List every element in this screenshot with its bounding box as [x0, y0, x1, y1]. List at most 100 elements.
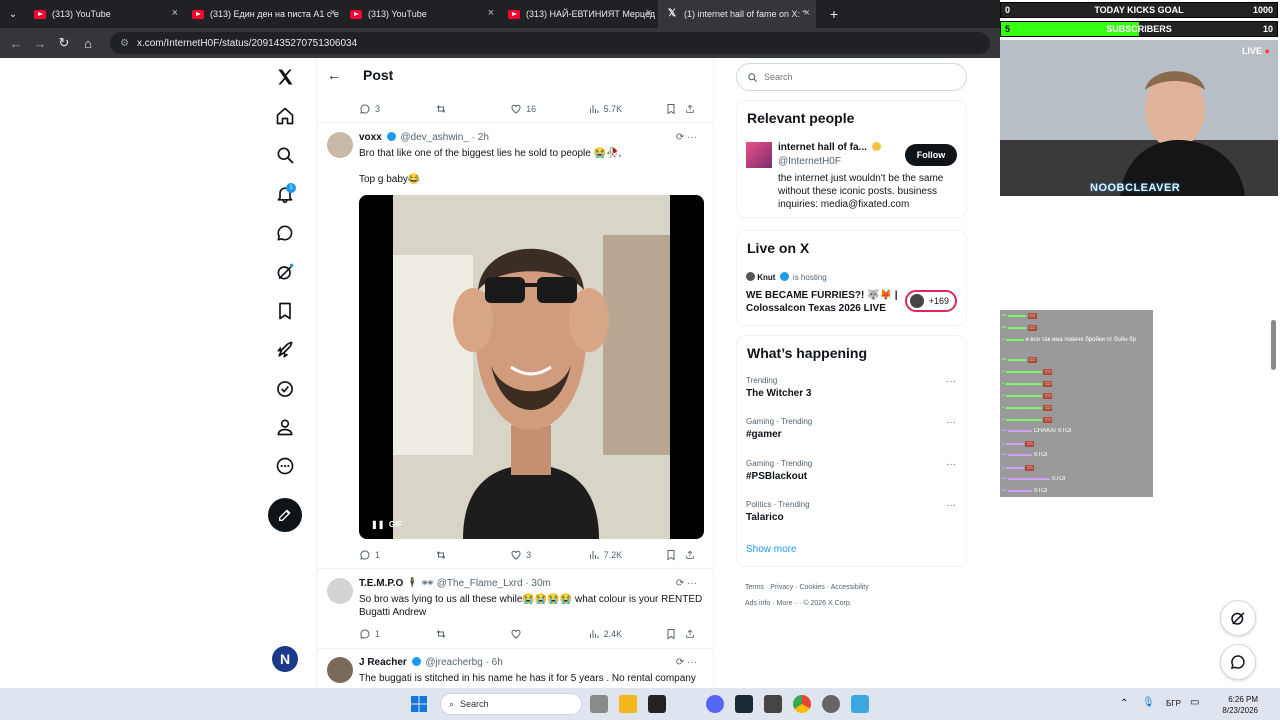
- reply-button[interactable]: 3: [359, 103, 435, 115]
- app-icon[interactable]: [648, 695, 666, 713]
- repost-button[interactable]: [435, 549, 511, 561]
- close-tab-icon[interactable]: ×: [646, 7, 652, 19]
- steam-icon[interactable]: [735, 695, 753, 713]
- follow-button[interactable]: Follow: [905, 144, 957, 166]
- show-more-link[interactable]: Show more: [746, 544, 797, 555]
- author-name[interactable]: J Reacher: [359, 657, 407, 668]
- repost-button[interactable]: [435, 628, 511, 640]
- author-handle[interactable]: @The_Flame_Lxrd: [437, 578, 523, 589]
- gif-media[interactable]: ❚❚ GIF: [359, 195, 704, 539]
- author-name[interactable]: T.E.M.P.O: [359, 578, 403, 589]
- live-host-line[interactable]: Knut is hosting: [746, 272, 827, 282]
- footer-link[interactable]: Privacy: [770, 584, 793, 591]
- more-options-icon[interactable]: ···: [946, 459, 956, 470]
- tab-list-chevron-icon[interactable]: ⌄: [0, 9, 26, 20]
- footer-link[interactable]: Ads info: [745, 600, 770, 607]
- more-options-icon[interactable]: ⟳ ···: [676, 657, 697, 668]
- browser-tab-3[interactable]: (313) YouTube ×: [342, 0, 500, 28]
- close-tab-icon[interactable]: ×: [804, 7, 810, 19]
- views-button[interactable]: 7.2K: [588, 549, 666, 561]
- bookmark-button[interactable]: [665, 103, 685, 115]
- tray-chevron-icon[interactable]: ⌃: [1120, 698, 1128, 709]
- url-field[interactable]: ⚙ x.com/InternetH0F/status/2091435270751…: [110, 32, 990, 54]
- verified-badge-icon[interactable]: [272, 376, 298, 402]
- post-time[interactable]: · 30m: [525, 578, 551, 589]
- more-options-icon[interactable]: [272, 453, 298, 479]
- bookmarks-icon[interactable]: [272, 298, 298, 324]
- profile-icon[interactable]: [272, 414, 298, 440]
- taskbar-search-box[interactable]: ⌕ Search: [440, 693, 582, 715]
- network-icon[interactable]: ▭: [1190, 697, 1199, 708]
- obs-icon[interactable]: [822, 695, 840, 713]
- post-time[interactable]: · 6h: [486, 657, 503, 668]
- calculator-icon[interactable]: [764, 695, 782, 713]
- live-stream-title[interactable]: WE BECAME FURRIES?! 🐺🦊 | Colossalcon Tex…: [746, 289, 902, 315]
- discord-icon[interactable]: [706, 695, 724, 713]
- file-explorer-icon[interactable]: [619, 695, 637, 713]
- home-icon[interactable]: ⌂: [76, 36, 100, 51]
- rocket-icon[interactable]: [272, 337, 298, 363]
- share-button[interactable]: [685, 628, 699, 640]
- reload-icon[interactable]: ↻: [52, 35, 76, 51]
- close-tab-icon[interactable]: ×: [488, 7, 494, 19]
- microphone-icon[interactable]: 🎙: [1142, 697, 1155, 708]
- back-arrow-icon[interactable]: ←: [4, 36, 28, 51]
- relevant-person-name[interactable]: internet hall of fa...: [778, 142, 883, 153]
- compose-post-button[interactable]: [268, 498, 302, 532]
- author-name[interactable]: voxx: [359, 132, 382, 143]
- windows-start-icon[interactable]: [411, 696, 427, 712]
- more-options-icon[interactable]: ···: [946, 417, 956, 428]
- relevant-person-handle[interactable]: @InternetH0F: [778, 156, 841, 167]
- chrome-icon[interactable]: [793, 695, 811, 713]
- avatar[interactable]: [327, 578, 353, 604]
- grok-floating-button[interactable]: [1220, 600, 1256, 636]
- views-button[interactable]: 5.7K: [588, 103, 666, 115]
- share-button[interactable]: [685, 549, 699, 561]
- bookmark-button[interactable]: [665, 628, 685, 640]
- reply-post[interactable]: T.E.M.P.O 🕴 🕶 @The_Flame_Lxrd · 30m ⟳ ··…: [327, 578, 707, 628]
- like-button[interactable]: 3: [510, 549, 588, 561]
- forward-arrow-icon[interactable]: →: [28, 36, 52, 51]
- trend-item[interactable]: Trending The Witcher 3 ···: [746, 376, 956, 399]
- more-options-icon[interactable]: ···: [946, 376, 956, 387]
- like-button[interactable]: [510, 628, 588, 640]
- close-tab-icon[interactable]: ×: [330, 7, 336, 19]
- account-avatar[interactable]: N: [272, 646, 298, 672]
- task-view-icon[interactable]: [590, 695, 608, 713]
- post-time[interactable]: · 2h: [472, 132, 489, 143]
- avatar[interactable]: [327, 657, 353, 683]
- browser-tab-1[interactable]: (313) YouTube ×: [26, 0, 184, 28]
- back-arrow-icon[interactable]: ←: [327, 67, 341, 83]
- like-button[interactable]: 16: [510, 103, 588, 115]
- search-box[interactable]: [736, 63, 967, 91]
- explore-search-icon[interactable]: [272, 142, 298, 168]
- trend-item[interactable]: Politics · Trending Talarico ···: [746, 500, 956, 523]
- reply-button[interactable]: 1: [359, 549, 435, 561]
- trend-item[interactable]: Gaming · Trending #gamer ···: [746, 417, 956, 440]
- repost-button[interactable]: [435, 103, 511, 115]
- site-settings-icon[interactable]: ⚙: [120, 38, 129, 49]
- language-indicator[interactable]: БГР: [1166, 699, 1181, 708]
- footer-link[interactable]: Terms: [745, 584, 764, 591]
- author-handle[interactable]: @jreacherbg: [425, 657, 482, 668]
- reply-post[interactable]: J Reacher @jreacherbg · 6h ⟳ ··· The bug…: [327, 657, 707, 688]
- author-handle[interactable]: @dev_ashwin_: [400, 132, 469, 143]
- footer-link[interactable]: Accessibility: [831, 584, 869, 591]
- page-scrollbar[interactable]: [1271, 320, 1276, 370]
- close-tab-icon[interactable]: ×: [172, 7, 178, 19]
- home-icon[interactable]: [272, 103, 298, 129]
- photos-icon[interactable]: [851, 695, 869, 713]
- share-button[interactable]: [685, 103, 699, 115]
- more-options-icon[interactable]: ···: [946, 500, 956, 511]
- trend-item[interactable]: Gaming · Trending #PSBlackout ···: [746, 459, 956, 482]
- new-tab-button[interactable]: +: [822, 6, 846, 22]
- browser-tab-2[interactable]: (313) Един ден на писта А1 с е ×: [184, 0, 342, 28]
- browser-tab-4[interactable]: (313) НАЙ-ЕВТИНИЯТ Мерцед ×: [500, 0, 658, 28]
- bookmark-button[interactable]: [665, 549, 685, 561]
- x-logo-icon[interactable]: [272, 64, 298, 90]
- messages-floating-button[interactable]: [1220, 644, 1256, 680]
- messages-icon[interactable]: [272, 220, 298, 246]
- grok-icon[interactable]: [272, 259, 298, 285]
- browser-tab-active[interactable]: 𝕏 (1) internet hall of fame on X: " ×: [658, 0, 816, 28]
- footer-link[interactable]: More ···: [777, 600, 802, 607]
